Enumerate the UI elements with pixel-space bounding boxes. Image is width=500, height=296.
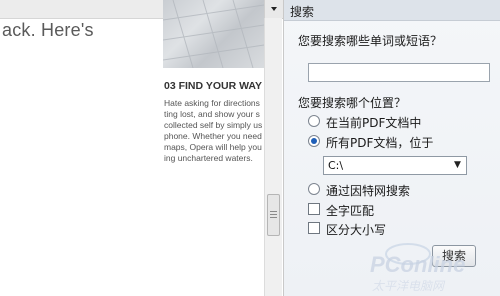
document-line: ing unchartered waters. (164, 153, 253, 163)
search-pane-header: 搜索 (284, 0, 500, 21)
grip-line (270, 214, 277, 215)
document-line: ting lost, and show your s (164, 109, 260, 119)
radio-button[interactable] (308, 183, 320, 195)
radio-label: 所有PDF文档，位于 (326, 136, 434, 150)
search-location-question: 您要搜索哪个位置？ (298, 96, 407, 110)
scrollbar-thumb[interactable] (267, 194, 280, 236)
search-term-input[interactable] (308, 63, 490, 82)
search-button[interactable]: 搜索 (432, 245, 476, 267)
document-paragraph: Hate asking for directions ting lost, an… (164, 98, 264, 164)
checkbox[interactable] (308, 203, 320, 215)
radio-label: 在当前PDF文档中 (326, 116, 422, 130)
checkbox-label: 全字匹配 (326, 204, 375, 218)
document-line: collected self by simply us (164, 120, 263, 130)
radio-button[interactable] (308, 115, 320, 127)
checkbox-label: 区分大小写 (326, 223, 387, 237)
radio-label: 通过因特网搜索 (326, 184, 411, 198)
chevron-down-icon: ▼ (454, 160, 461, 170)
document-text-fragment: ack. Here's (2, 20, 94, 40)
radio-button-selected[interactable] (308, 135, 320, 147)
search-pane-title: 搜索 (290, 5, 315, 19)
grip-line (270, 211, 277, 212)
search-pane: 搜索 您要搜索哪些单词或短语？ 您要搜索哪个位置？ 在当前PDF文档中 所有PD… (283, 0, 500, 296)
location-select-value: C:\ (328, 159, 344, 172)
location-select[interactable]: C:\ ▼ (323, 156, 467, 175)
document-viewer: ack. Here's 03 FIND YOUR WAY Hate asking… (0, 0, 264, 296)
search-term-question: 您要搜索哪些单词或短语？ (298, 34, 443, 48)
document-photo (163, 0, 264, 68)
document-line: maps, Opera will help you (164, 142, 262, 152)
document-heading: 03 FIND YOUR WAY (164, 80, 263, 92)
vertical-scrollbar[interactable] (264, 18, 282, 296)
checkbox[interactable] (308, 222, 320, 234)
document-line: Hate asking for directions (164, 98, 260, 108)
triangle-down-icon (271, 7, 277, 11)
grip-line (270, 217, 277, 218)
document-line: phone. Whether you need (164, 131, 262, 141)
pane-menu-dropdown[interactable] (264, 0, 283, 19)
